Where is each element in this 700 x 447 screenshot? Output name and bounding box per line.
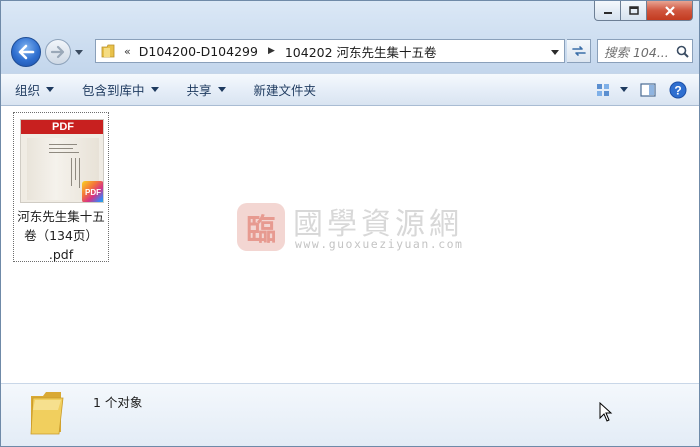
chevron-down-icon	[620, 87, 628, 92]
file-list-area[interactable]: PDF PDF 河东先生集十五 卷（134页） .pdf 臨 國學資源網 www…	[1, 107, 699, 383]
share-label: 共享	[186, 83, 212, 98]
breadcrumb-separator-icon[interactable]: ▶	[268, 46, 275, 56]
watermark-seal-logo: 臨	[237, 203, 285, 251]
page-text-line	[49, 144, 77, 145]
refresh-button[interactable]	[567, 39, 591, 63]
file-item-pdf[interactable]: PDF PDF 河东先生集十五 卷（134页） .pdf	[13, 112, 109, 262]
page-text-line	[49, 148, 73, 149]
file-name-line: 河东先生集十五	[17, 209, 105, 224]
search-box[interactable]: 搜索 104...	[597, 39, 693, 63]
recent-pages-dropdown[interactable]	[74, 47, 84, 57]
chevron-down-icon	[551, 49, 559, 55]
search-icon[interactable]	[672, 45, 692, 58]
file-name-label: 河东先生集十五 卷（134页） .pdf	[14, 207, 108, 264]
change-view-button[interactable]	[591, 77, 617, 103]
svg-text:?: ?	[674, 83, 681, 97]
preview-pane-icon	[640, 82, 656, 97]
refresh-icon	[571, 46, 586, 56]
maximize-icon	[628, 5, 639, 15]
chevron-down-icon	[150, 87, 159, 92]
caption-buttons	[594, 1, 693, 22]
organize-button[interactable]: 组织	[1, 74, 68, 105]
address-dropdown[interactable]	[550, 47, 560, 57]
command-bar: 组织 包含到库中 共享 新建文件夹 ?	[1, 73, 699, 106]
breadcrumb-item-parent[interactable]: D104200-D104299	[139, 44, 258, 59]
chevron-down-icon	[217, 87, 226, 92]
navigation-bar: « D104200-D104299 ▶ 104202 河东先生集十五卷 搜索 1…	[9, 35, 693, 67]
maximize-button[interactable]	[621, 1, 647, 21]
back-button[interactable]	[11, 37, 41, 67]
title-and-navigation-area: « D104200-D104299 ▶ 104202 河东先生集十五卷 搜索 1…	[1, 1, 699, 73]
view-options-dropdown[interactable]	[617, 77, 631, 103]
pdf-thumbnail-label: PDF	[21, 120, 103, 134]
breadcrumb-item-current[interactable]: 104202 河东先生集十五卷	[285, 42, 437, 61]
arrow-left-icon	[18, 44, 35, 60]
page-text-line	[71, 158, 72, 186]
mouse-cursor-icon	[599, 401, 613, 422]
new-folder-button[interactable]: 新建文件夹	[240, 74, 331, 105]
include-in-library-button[interactable]: 包含到库中	[68, 74, 173, 105]
search-input[interactable]: 搜索 104...	[598, 42, 672, 61]
view-grid-icon	[597, 83, 609, 96]
page-text-line	[79, 158, 80, 188]
chevron-down-icon	[46, 87, 55, 92]
folder-icon	[27, 386, 69, 438]
share-button[interactable]: 共享	[173, 74, 240, 105]
forward-button[interactable]	[45, 39, 71, 65]
details-pane: 1 个对象	[1, 383, 699, 446]
file-name-line: 卷（134页）	[24, 228, 98, 243]
chevron-down-icon	[75, 49, 83, 55]
help-button[interactable]: ?	[665, 77, 691, 103]
include-in-library-label: 包含到库中	[82, 83, 145, 98]
organize-label: 组织	[15, 83, 41, 98]
preview-pane-button[interactable]	[635, 77, 661, 103]
new-folder-label: 新建文件夹	[253, 83, 317, 98]
toolbar-right: ?	[587, 74, 691, 105]
watermark-url: www.guoxueziyuan.com	[295, 237, 464, 251]
pdf-thumbnail: PDF PDF	[20, 119, 104, 203]
page-text-line	[75, 158, 76, 180]
address-bar[interactable]: « D104200-D104299 ▶ 104202 河东先生集十五卷	[95, 39, 565, 63]
close-icon	[664, 5, 675, 16]
minimize-icon	[603, 11, 612, 14]
item-count: 1 个对象	[93, 395, 143, 410]
page-text-line	[49, 152, 79, 153]
close-button[interactable]	[647, 1, 693, 21]
minimize-button[interactable]	[594, 1, 621, 21]
arrow-right-icon	[50, 45, 65, 59]
watermark: 臨 國學資源網 www.guoxueziyuan.com	[237, 199, 477, 255]
help-icon: ?	[669, 81, 687, 98]
pdf-app-icon: PDF	[82, 181, 103, 202]
folder-icon	[98, 40, 120, 62]
breadcrumb: « D104200-D104299 ▶ 104202 河东先生集十五卷	[120, 42, 437, 61]
breadcrumb-overflow[interactable]: «	[124, 45, 131, 58]
file-name-line: .pdf	[48, 247, 74, 262]
explorer-window: « D104200-D104299 ▶ 104202 河东先生集十五卷 搜索 1…	[0, 0, 700, 447]
